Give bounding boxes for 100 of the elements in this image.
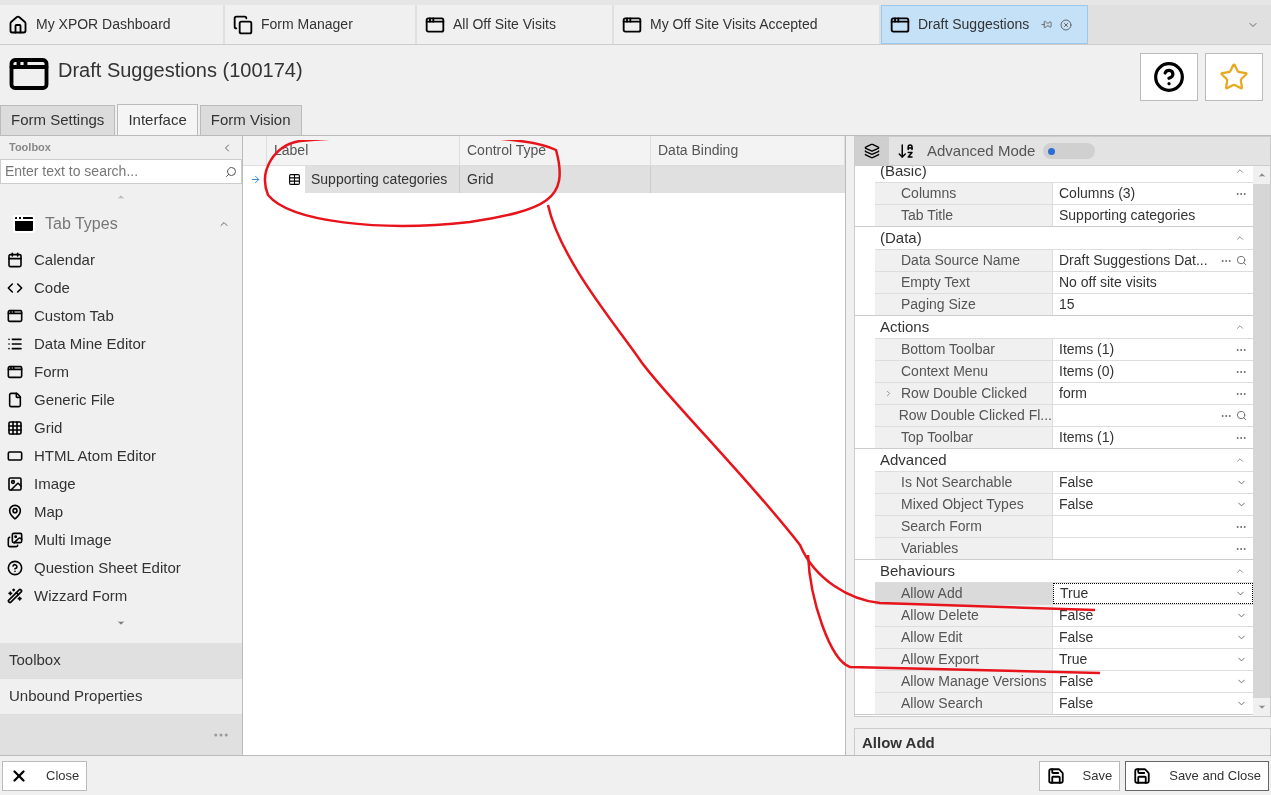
toolbox-item[interactable]: Form (0, 358, 242, 386)
property-name[interactable]: Variables (875, 538, 1053, 559)
property-value[interactable]: False (1053, 494, 1253, 515)
property-value[interactable]: Items (1) (1053, 339, 1253, 360)
toolbox-item[interactable]: Wizzard Form (0, 582, 242, 610)
page-title: Draft Suggestions (100174) (58, 58, 303, 83)
category-header[interactable]: Actions (880, 315, 930, 339)
tab[interactable]: Form Settings (0, 105, 116, 135)
property-name[interactable]: Mixed Object Types (875, 494, 1053, 515)
property-value[interactable]: False (1053, 627, 1253, 648)
scroll-down-icon[interactable] (116, 618, 126, 628)
property-name[interactable]: Columns (875, 183, 1053, 204)
toolbox-item[interactable]: Image (0, 470, 242, 498)
help-button[interactable] (1140, 53, 1198, 101)
images-icon (7, 532, 23, 548)
property-value[interactable]: False (1053, 605, 1253, 626)
toolbox-item[interactable]: Code (0, 274, 242, 302)
property-value[interactable]: False (1053, 671, 1253, 692)
toolbox-item[interactable]: Custom Tab (0, 302, 242, 330)
collapse-icon[interactable] (1235, 322, 1245, 332)
column-header[interactable]: Control Type (460, 136, 651, 165)
collapse-icon[interactable] (1235, 455, 1245, 465)
property-name[interactable]: Is Not Searchable (875, 472, 1053, 493)
property-name[interactable]: Bottom Toolbar (875, 339, 1053, 360)
document-tab[interactable]: Draft Suggestions (881, 5, 1088, 44)
save-button[interactable]: Save and Close (1125, 760, 1269, 791)
scroll-down-icon[interactable] (1256, 702, 1267, 712)
table-row[interactable]: Supporting categories Grid (243, 166, 845, 193)
property-value[interactable]: 15 (1053, 294, 1253, 315)
category-header[interactable]: Advanced (880, 448, 947, 472)
toolbox-item[interactable]: Generic File (0, 386, 242, 414)
toolbox-item[interactable]: Question Sheet Editor (0, 554, 242, 582)
scroll-up-icon[interactable] (1256, 170, 1267, 180)
help-icon[interactable] (1153, 61, 1185, 93)
tab[interactable]: Form Vision (199, 105, 302, 135)
star-icon[interactable] (1219, 62, 1249, 92)
property-name[interactable]: Empty Text (875, 272, 1053, 293)
property-name[interactable]: Context Menu (875, 361, 1053, 382)
close-icon[interactable] (1060, 18, 1073, 31)
toolbox-item[interactable]: HTML Atom Editor (0, 442, 242, 470)
property-name[interactable]: Tab Title (875, 205, 1053, 226)
property-value[interactable]: Items (1) (1053, 427, 1253, 448)
property-name[interactable]: Allow Search (875, 693, 1053, 714)
pin-icon[interactable] (1041, 19, 1053, 30)
list-icon (7, 336, 23, 352)
favorite-button[interactable] (1205, 53, 1263, 101)
property-value[interactable]: Columns (3) (1053, 183, 1253, 204)
search-icon[interactable] (225, 165, 237, 178)
property-value[interactable]: False (1053, 693, 1253, 714)
tab[interactable]: Interface (117, 104, 198, 135)
property-value[interactable]: Draft Suggestions Dat... (1053, 250, 1253, 271)
property-value[interactable]: form (1053, 383, 1253, 404)
property-value[interactable]: Supporting categories (1053, 205, 1253, 226)
panel-title: Toolbox (9, 140, 51, 156)
tab-icon (233, 14, 253, 35)
panel-section[interactable]: Toolbox (0, 643, 242, 679)
property-name[interactable]: Top Toolbar (875, 427, 1053, 448)
toolbox-item[interactable]: Data Mine Editor (0, 330, 242, 358)
property-name[interactable]: Search Form (875, 516, 1053, 537)
categories-icon[interactable] (864, 143, 880, 159)
property-name[interactable]: Allow Manage Versions (875, 671, 1053, 692)
scroll-up-icon[interactable] (116, 192, 126, 202)
scrollbar-thumb[interactable] (1253, 184, 1270, 698)
toolbox-item[interactable]: Calendar (0, 246, 242, 274)
property-name[interactable]: Row Double Clicked Fl... (875, 405, 1053, 426)
property-name[interactable]: Allow Export (875, 649, 1053, 670)
property-name[interactable]: Allow Edit (875, 627, 1053, 648)
category-header[interactable]: Behaviours (880, 559, 956, 583)
search-input[interactable]: Enter text to search... (5, 161, 225, 182)
toolbox-item[interactable]: Multi Image (0, 526, 242, 554)
category-header[interactable]: (Data) (880, 226, 922, 250)
document-tab[interactable]: My XPOR Dashboard (0, 5, 223, 44)
rectangle-icon (7, 448, 23, 464)
collapse-icon[interactable] (1235, 166, 1245, 176)
collapse-icon[interactable] (1235, 566, 1245, 576)
column-header[interactable]: Data Binding (651, 136, 845, 165)
save-button[interactable]: Save (1038, 760, 1121, 791)
property-name[interactable]: Paging Size (875, 294, 1053, 315)
search-icon[interactable] (1236, 255, 1247, 266)
property-name[interactable]: Allow Delete (875, 605, 1053, 626)
search-field[interactable]: Enter text to search... (0, 159, 242, 184)
property-value[interactable]: Items (0) (1053, 361, 1253, 382)
sort-icon[interactable] (897, 142, 915, 160)
toggle-switch[interactable] (1043, 143, 1096, 159)
document-tab[interactable]: Form Manager (225, 5, 415, 44)
property-value[interactable]: True (1053, 583, 1253, 604)
collapse-icon[interactable] (1235, 233, 1245, 243)
property-value[interactable]: False (1053, 472, 1253, 493)
property-name[interactable]: Data Source Name (875, 250, 1053, 271)
group-title[interactable]: Tab Types (45, 212, 118, 236)
toolbox-item[interactable]: Map (0, 498, 242, 526)
search-icon[interactable] (1236, 410, 1247, 421)
document-tab[interactable]: My Off Site Visits Accepted (614, 5, 879, 44)
close-button[interactable]: Close (2, 760, 88, 791)
property-name[interactable]: Allow Add (875, 583, 1053, 604)
property-value[interactable]: No off site visits (1053, 272, 1253, 293)
toolbox-item[interactable]: Grid (0, 414, 242, 442)
document-tab[interactable]: All Off Site Visits (417, 5, 612, 44)
property-name[interactable]: Row Double Clicked (875, 383, 1053, 404)
property-value[interactable]: True (1053, 649, 1253, 670)
